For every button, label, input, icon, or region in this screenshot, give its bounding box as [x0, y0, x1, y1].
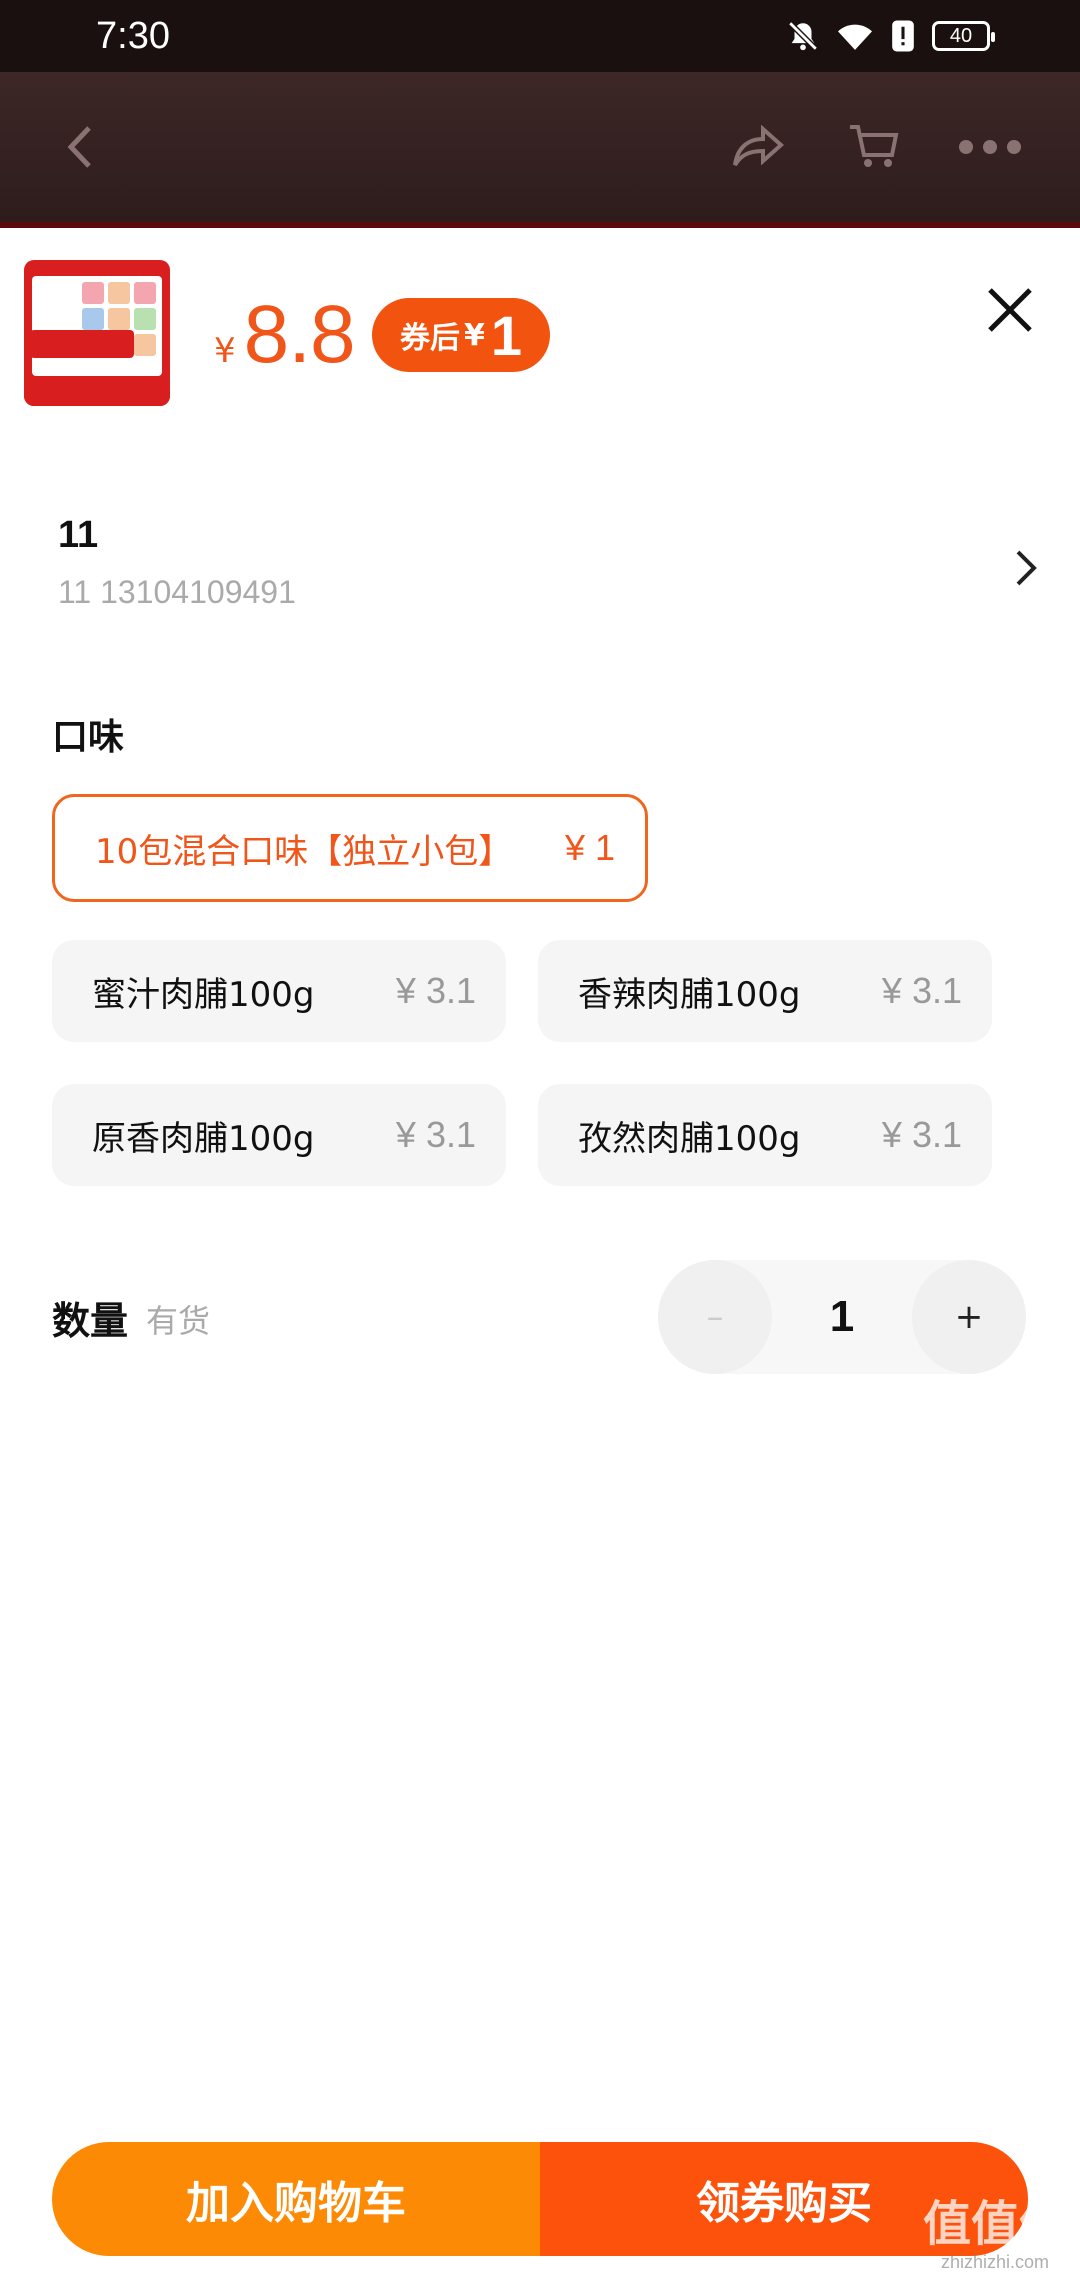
sku-sheet: ¥ 8.8 券后 ¥ 1 11 11 13104109491 口味 10包混合口…: [0, 228, 1080, 2280]
status-icons: 40: [786, 19, 995, 53]
flavor-option-price: ¥ 3.1: [395, 970, 476, 1011]
quantity-value[interactable]: 1: [772, 1260, 912, 1374]
cart-icon[interactable]: [824, 107, 924, 187]
more-icon[interactable]: [940, 107, 1040, 187]
flavor-option-cumin[interactable]: 孜然肉脯100g ¥ 3.1: [538, 1084, 992, 1186]
quantity-stepper: – 1 +: [658, 1260, 1026, 1374]
back-icon[interactable]: [40, 107, 120, 187]
stock-status: 有货: [146, 1302, 211, 1340]
status-time: 7:30: [96, 14, 170, 57]
price: ¥ 8.8: [214, 288, 356, 382]
coupon-value: 1: [490, 303, 523, 367]
add-to-cart-button[interactable]: 加入购物车: [52, 2142, 540, 2256]
thumbnail-badge-lettering: [36, 332, 128, 352]
watermark-site: zhizhizhi.com: [940, 2252, 1050, 2272]
coupon-label: 券后: [400, 321, 460, 356]
address-detail: 11 13104109491: [58, 574, 296, 610]
flavor-option-label: 蜜汁肉脯100g: [92, 974, 315, 1015]
coupon-price-badge: 券后 ¥ 1: [372, 298, 551, 372]
flavor-option-label: 原香肉脯100g: [92, 1118, 315, 1159]
action-bar: 加入购物车 领券购买: [52, 2142, 1028, 2256]
price-value: 8.8: [243, 289, 356, 380]
address-selector[interactable]: 11 11 13104109491: [0, 500, 1080, 640]
share-icon[interactable]: [708, 107, 808, 187]
status-bar: 7:30 40: [0, 0, 1080, 72]
thumbnail-banner: [24, 378, 170, 406]
flavor-option-label: 香辣肉脯100g: [578, 974, 801, 1015]
thumbnail-banner-lettering: [32, 382, 162, 402]
flavor-option-spicy[interactable]: 香辣肉脯100g ¥ 3.1: [538, 940, 992, 1042]
watermark: 值值值 zhizhizhi.com: [920, 2196, 1070, 2276]
wifi-icon: [836, 19, 874, 53]
flavor-option-original[interactable]: 原香肉脯100g ¥ 3.1: [52, 1084, 506, 1186]
flavor-option-price: ¥ 3.1: [881, 1114, 962, 1155]
product-thumbnail[interactable]: [24, 260, 170, 406]
increment-button[interactable]: +: [912, 1260, 1026, 1374]
coupon-symbol: ¥: [464, 317, 485, 353]
alert-icon: [890, 19, 916, 53]
flavor-option-honey[interactable]: 蜜汁肉脯100g ¥ 3.1: [52, 940, 506, 1042]
flavor-option-label: 孜然肉脯100g: [578, 1118, 801, 1159]
close-icon[interactable]: [982, 282, 1038, 338]
flavor-option-price: ¥ 1: [564, 827, 615, 868]
quantity-label: 数量: [52, 1299, 129, 1343]
flavor-option-price: ¥ 3.1: [395, 1114, 476, 1155]
flavor-section-title: 口味: [52, 717, 125, 758]
page-header: [0, 72, 1080, 222]
flavor-option-mixed[interactable]: 10包混合口味【独立小包】 ¥ 1: [52, 794, 648, 902]
price-symbol: ¥: [214, 331, 236, 371]
address-name: 11: [58, 514, 99, 556]
chevron-right-icon: [1010, 548, 1040, 588]
thumbnail-badge: [30, 330, 134, 358]
flavor-option-label: 10包混合口味【独立小包】: [95, 831, 513, 872]
bell-off-icon: [786, 19, 820, 53]
decrement-button[interactable]: –: [658, 1260, 772, 1374]
watermark-logo: 值值值: [922, 2196, 1067, 2252]
flavor-option-price: ¥ 3.1: [881, 970, 962, 1011]
battery-icon: 40: [932, 21, 995, 51]
